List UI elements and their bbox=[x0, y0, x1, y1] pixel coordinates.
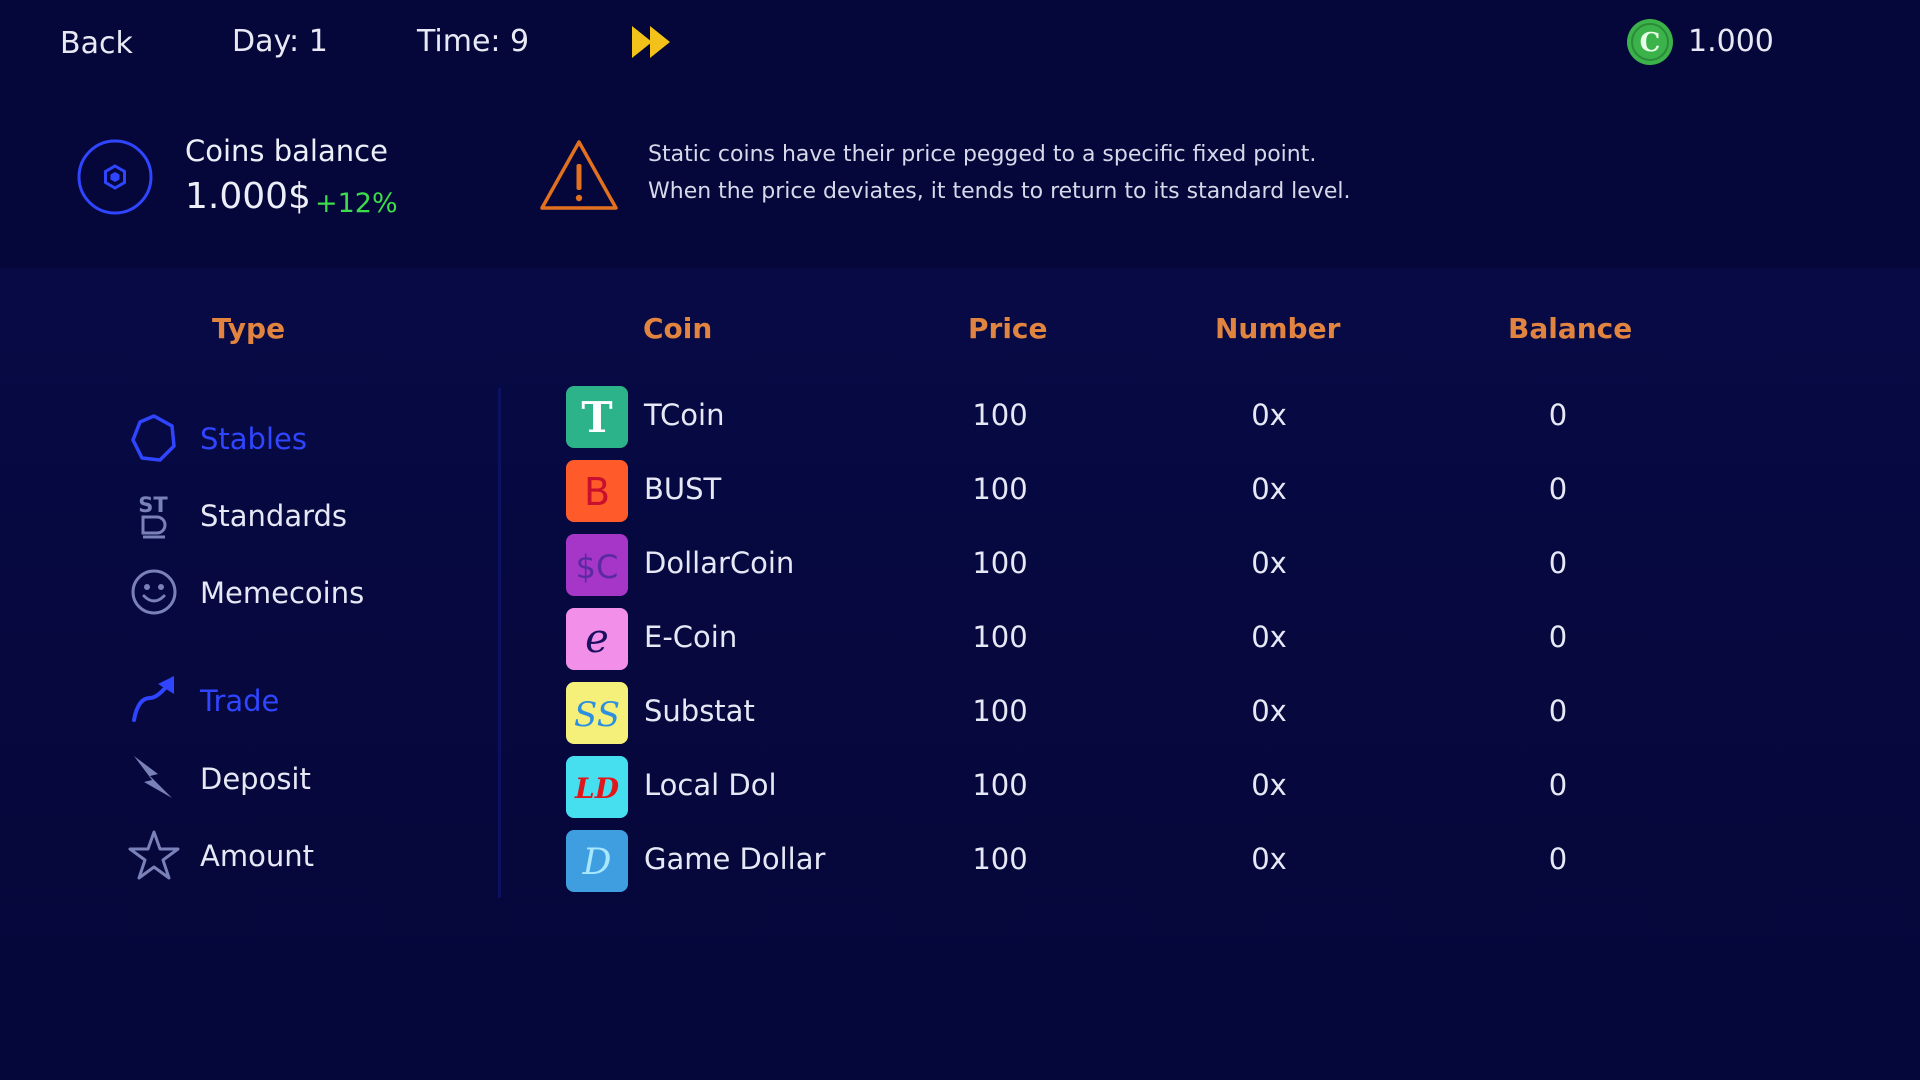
local-dol-logo: LD bbox=[566, 756, 628, 818]
coin-balance: 0 bbox=[1548, 768, 1568, 802]
svg-text:SS: SS bbox=[574, 695, 620, 735]
coin-row-local-dol[interactable]: LD Local Dol 100 0x 0 bbox=[560, 756, 1660, 822]
lightning-icon bbox=[134, 756, 172, 798]
sidebar-item-label: Stables bbox=[200, 422, 307, 456]
coin-price: 100 bbox=[972, 694, 1028, 728]
star-icon bbox=[128, 830, 180, 880]
balance-change: +12% bbox=[315, 188, 398, 219]
coin-balance: 0 bbox=[1548, 398, 1568, 432]
back-button[interactable]: Back bbox=[60, 26, 133, 61]
coin-price: 100 bbox=[972, 768, 1028, 802]
coin-name: Substat bbox=[644, 694, 755, 728]
hexagon-icon bbox=[131, 414, 176, 462]
coin-balance: 0 bbox=[1548, 620, 1568, 654]
time-counter: Time: 9 bbox=[417, 24, 530, 59]
coin-name: BUST bbox=[644, 472, 722, 506]
sidebar-item-label: Standards bbox=[200, 499, 348, 533]
bust-logo: B bbox=[566, 460, 628, 522]
svg-text:ST: ST bbox=[138, 493, 168, 517]
coin-balance: 0 bbox=[1548, 694, 1568, 728]
svg-text:B: B bbox=[584, 470, 610, 514]
sidebar-item-label: Deposit bbox=[200, 762, 311, 796]
coin-name: TCoin bbox=[644, 398, 725, 432]
sidebar-item-trade[interactable]: Trade bbox=[128, 674, 458, 730]
sidebar-item-deposit[interactable]: Deposit bbox=[128, 752, 458, 808]
coin-row-dollarcoin[interactable]: $C DollarCoin 100 0x 0 bbox=[560, 534, 1660, 600]
sidebar-item-standards[interactable]: ST Standards bbox=[128, 489, 458, 545]
svg-text:LD: LD bbox=[574, 772, 620, 805]
sidebar-divider bbox=[498, 388, 501, 898]
e-coin-logo: e bbox=[566, 608, 628, 670]
coin-balance: 0 bbox=[1548, 472, 1568, 506]
balance-hexagon-icon bbox=[77, 139, 153, 215]
coin-price: 100 bbox=[972, 620, 1028, 654]
notice-line-1: Static coins have their price pegged to … bbox=[648, 142, 1317, 167]
coin-number: 0x bbox=[1251, 546, 1287, 580]
trend-arrow-icon bbox=[132, 676, 174, 722]
dollarcoin-logo: $C bbox=[566, 534, 628, 596]
svg-text:$C: $C bbox=[576, 548, 619, 586]
coin-row-game-dollar[interactable]: D Game Dollar 100 0x 0 bbox=[560, 830, 1660, 896]
coin-price: 100 bbox=[972, 842, 1028, 876]
coin-price: 100 bbox=[972, 472, 1028, 506]
smiley-icon bbox=[131, 569, 177, 615]
coin-number: 0x bbox=[1251, 842, 1287, 876]
fast-forward-icon[interactable] bbox=[630, 22, 674, 62]
warning-icon bbox=[540, 140, 618, 210]
coin-row-substat[interactable]: SS Substat 100 0x 0 bbox=[560, 682, 1660, 748]
column-header-price: Price bbox=[968, 312, 1048, 345]
day-counter: Day: 1 bbox=[232, 24, 328, 59]
coin-price: 100 bbox=[972, 398, 1028, 432]
coin-balance: 0 bbox=[1548, 842, 1568, 876]
sidebar-item-label: Amount bbox=[200, 839, 314, 873]
column-header-number: Number bbox=[1215, 312, 1341, 345]
svg-text:T: T bbox=[581, 393, 612, 442]
column-header-type: Type bbox=[212, 312, 286, 345]
sidebar-item-label: Memecoins bbox=[200, 576, 365, 610]
coin-name: Game Dollar bbox=[644, 842, 826, 876]
coin-number: 0x bbox=[1251, 694, 1287, 728]
sidebar-item-memecoins[interactable]: Memecoins bbox=[128, 566, 458, 622]
svg-text:e: e bbox=[585, 616, 609, 662]
svg-text:D: D bbox=[582, 842, 612, 883]
balance-title: Coins balance bbox=[185, 134, 388, 168]
game-dollar-logo: D bbox=[566, 830, 628, 892]
coin-number: 0x bbox=[1251, 620, 1287, 654]
credits-value: 1.000 bbox=[1688, 24, 1774, 59]
coin-balance: 0 bbox=[1548, 546, 1568, 580]
coin-name: DollarCoin bbox=[644, 546, 795, 580]
coin-name: Local Dol bbox=[644, 768, 777, 802]
top-bar: Back Day: 1 Time: 9 C 1.000 bbox=[0, 0, 1920, 90]
substat-logo: SS bbox=[566, 682, 628, 744]
column-header-balance: Balance bbox=[1508, 312, 1633, 345]
coin-name: E-Coin bbox=[644, 620, 738, 654]
coin-price: 100 bbox=[972, 546, 1028, 580]
coin-row-e-coin[interactable]: e E-Coin 100 0x 0 bbox=[560, 608, 1660, 674]
coin-row-bust[interactable]: B BUST 100 0x 0 bbox=[560, 460, 1660, 526]
balance-amount: 1.000$ bbox=[185, 176, 311, 217]
svg-text:C: C bbox=[1640, 28, 1661, 58]
column-header-coin: Coin bbox=[643, 312, 713, 345]
sidebar-item-label: Trade bbox=[200, 684, 280, 718]
coin-row-tcoin[interactable]: T TCoin 100 0x 0 bbox=[560, 386, 1660, 452]
coin-number: 0x bbox=[1251, 398, 1287, 432]
credit-coin-icon: C bbox=[1627, 19, 1673, 65]
notice-line-2: When the price deviates, it tends to ret… bbox=[648, 179, 1351, 204]
st-icon: ST bbox=[138, 493, 168, 539]
coin-number: 0x bbox=[1251, 472, 1287, 506]
sidebar-item-amount[interactable]: Amount bbox=[128, 829, 458, 885]
sidebar-item-stables[interactable]: Stables bbox=[128, 412, 458, 468]
coin-number: 0x bbox=[1251, 768, 1287, 802]
tcoin-logo: T bbox=[566, 386, 628, 448]
